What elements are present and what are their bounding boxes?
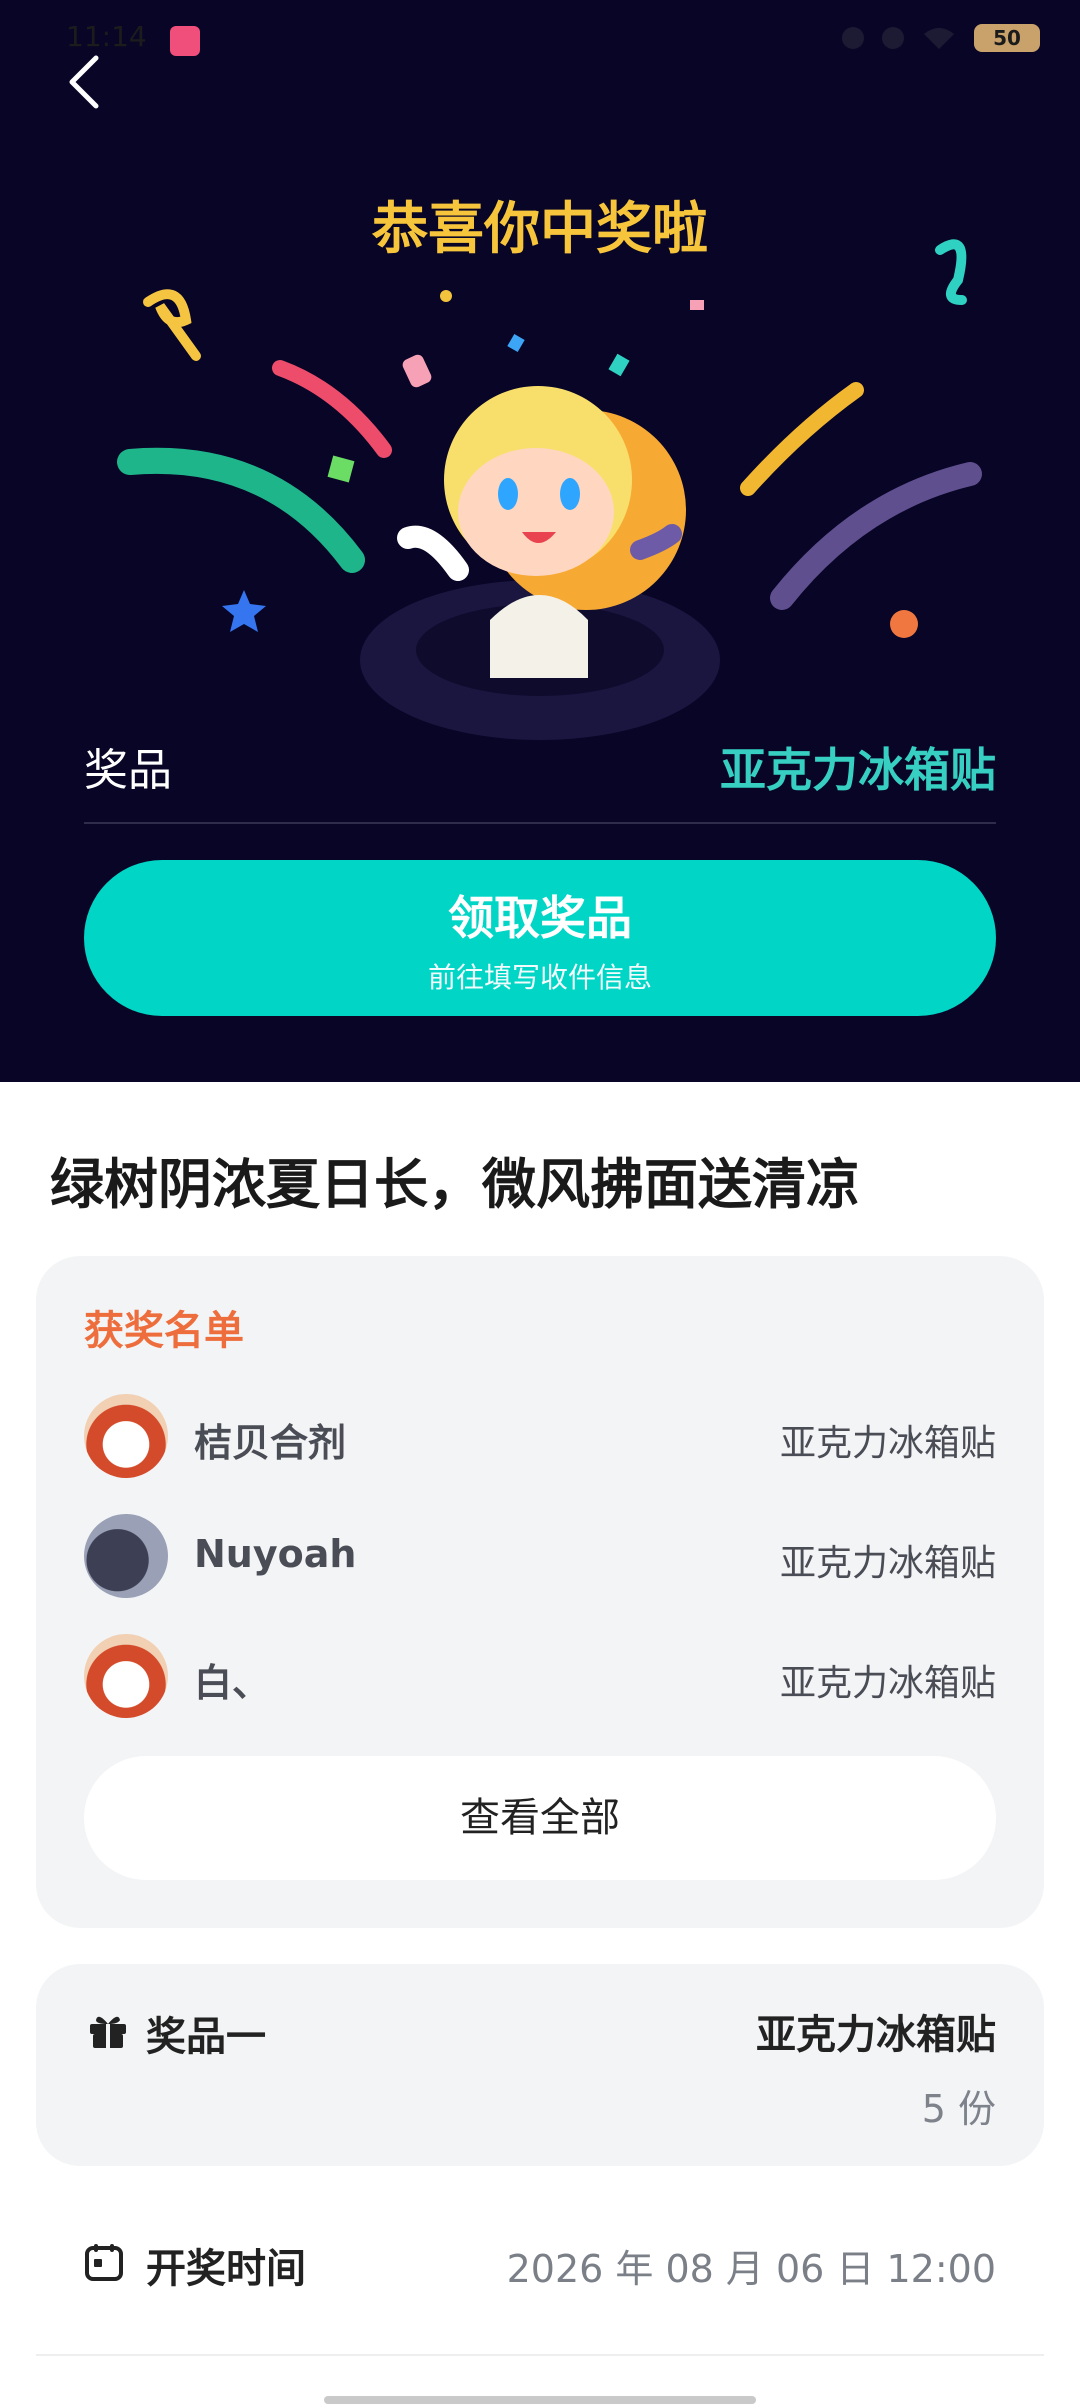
notification-app-icon [170,26,200,56]
winner-name: Nuyoah [194,1532,357,1576]
confetti-piece [608,353,630,377]
confetti-dot [440,290,452,302]
draw-time-value: 2026 年 08 月 06 日 12:00 [506,2247,996,2291]
battery-indicator: 50 [974,24,1040,52]
mascot-arm-left [397,525,469,581]
prize-summary: 奖品 亚克力冰箱贴 [84,730,996,820]
confetti-piece [507,333,525,353]
status-bar: 11:14 50 [0,0,1080,80]
confetti-streamer-yellow [740,382,864,496]
winners-card: 获奖名单 桔贝合剂 亚克力冰箱贴 Nuyoah 亚克力冰箱贴 白、 亚克力冰箱贴… [36,1256,1044,1928]
view-all-button[interactable]: 查看全部 [84,1756,996,1880]
mascot-body [490,595,588,678]
confetti-piece [327,455,355,483]
winner-prize: 亚克力冰箱贴 [779,1543,996,1584]
draw-time-label: 开奖时间 [146,2245,306,2292]
event-headline: 绿树阴浓夏日长，微风拂面送清凉 [50,1152,860,1216]
prize-detail-card: 奖品一 亚克力冰箱贴 5 份 [36,1964,1044,2166]
confetti-streamer-red [272,360,392,458]
page-title: 恭喜你中奖啦 [372,196,708,262]
alarm-icon [842,27,864,49]
celebration-panel: 11:14 50 恭喜你中奖啦 奖品 亚克力冰箱贴 领取奖品 前往填写收件信息 [0,0,1080,1082]
confetti-swirl-yellow [143,289,201,361]
confetti-piece [402,354,432,388]
calendar-icon [85,2244,123,2281]
claim-prize-button[interactable]: 领取奖品 前往填写收件信息 [84,860,996,1016]
vibrate-icon [882,27,904,49]
divider [36,2354,1044,2356]
prize-label: 奖品 [84,745,172,796]
avatar [84,1394,168,1478]
home-indicator[interactable] [324,2396,756,2404]
mascot-eye-right [560,478,580,510]
winner-prize: 亚克力冰箱贴 [779,1423,996,1464]
claim-button-subtitle: 前往填写收件信息 [427,961,652,994]
confetti-dot [890,610,918,638]
winner-row: 白、 亚克力冰箱贴 [84,1634,996,1720]
confetti-piece [690,300,704,310]
winner-name: 白、 [194,1661,271,1705]
prize-name: 亚克力冰箱贴 [756,2011,996,2058]
prize-tier-label: 奖品一 [146,2013,266,2060]
winner-name: 桔贝合剂 [194,1421,347,1465]
confetti-streamer-green [117,447,365,573]
divider [84,822,996,824]
mascot-face [458,448,614,576]
claim-button-title: 领取奖品 [448,891,632,945]
prize-value: 亚克力冰箱贴 [720,743,996,797]
confetti-star [222,590,266,632]
confetti-streamer-purple [770,462,982,610]
avatar [84,1634,168,1718]
wifi-icon [924,28,954,49]
back-arrow-icon[interactable] [58,52,118,112]
gift-icon [90,2016,126,2048]
status-time: 11:14 [66,20,147,53]
prize-quantity: 5 份 [921,2087,996,2131]
winner-prize: 亚克力冰箱贴 [779,1663,996,1704]
draw-time-row: 开奖时间 2026 年 08 月 06 日 12:00 [84,2230,996,2310]
avatar [84,1514,168,1598]
winner-row: 桔贝合剂 亚克力冰箱贴 [84,1394,996,1480]
mascot-eye-left [498,478,518,510]
status-icons: 50 [842,24,1040,52]
winners-title: 获奖名单 [84,1307,244,1354]
winner-row: Nuyoah 亚克力冰箱贴 [84,1514,996,1600]
